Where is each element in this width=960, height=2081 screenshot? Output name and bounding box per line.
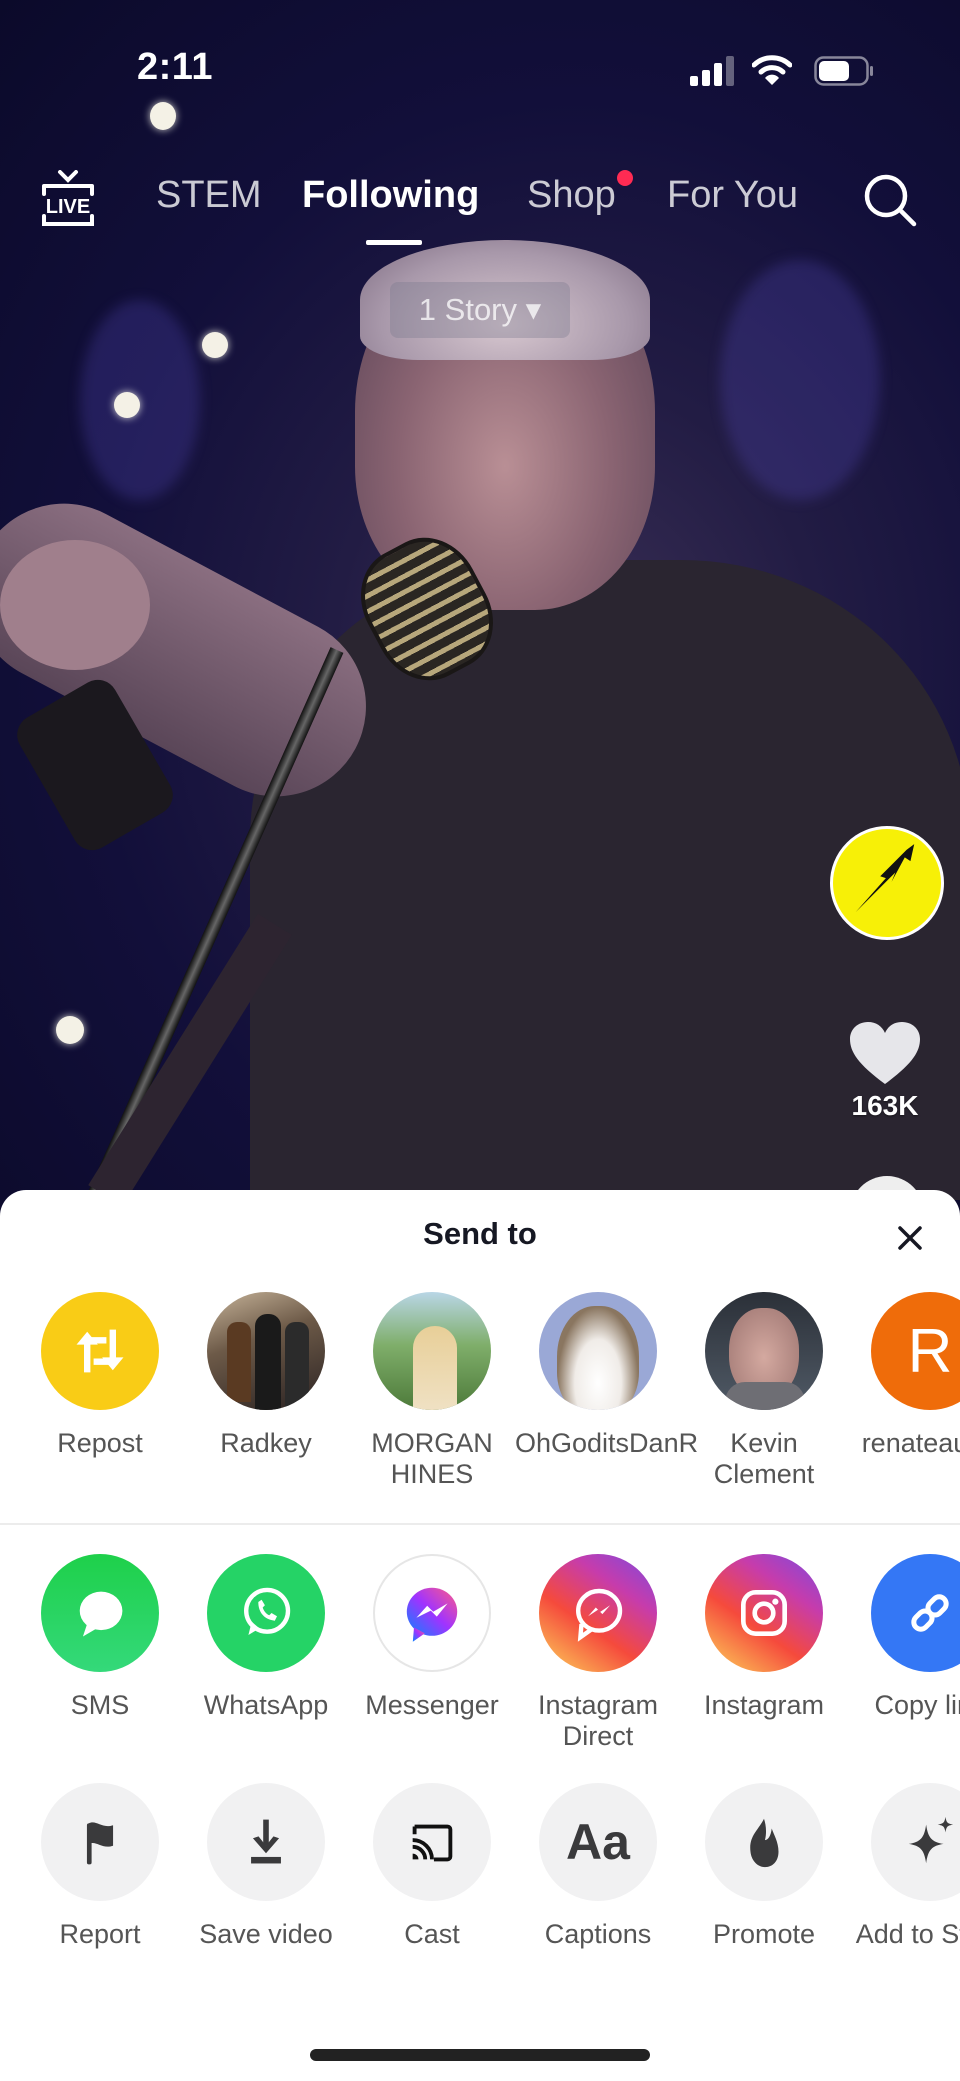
- sms-icon: [41, 1554, 159, 1672]
- action-label: Promote: [712, 1919, 816, 1949]
- cellular-signal-icon: [690, 56, 734, 86]
- app-label: WhatsApp: [203, 1690, 329, 1720]
- action-label: Add to Story: [855, 1919, 960, 1949]
- repost-icon: [41, 1292, 159, 1410]
- action-captions[interactable]: Aa Captions: [515, 1783, 681, 1950]
- contact-renateaun2[interactable]: R renateaun2: [847, 1292, 960, 1459]
- tab-shop[interactable]: Shop: [527, 174, 616, 217]
- contact-ohgoditsdanr[interactable]: OhGoditsDanR: [515, 1292, 699, 1459]
- bokeh-light: [202, 332, 228, 358]
- contact-label: MORGAN HINES: [371, 1428, 493, 1489]
- action-add-to-story[interactable]: Add to Story: [847, 1783, 960, 1950]
- action-label: Report: [59, 1919, 141, 1949]
- active-tab-indicator: [366, 240, 422, 245]
- contact-label: Kevin Clement: [713, 1428, 815, 1489]
- action-save-video[interactable]: Save video: [183, 1783, 349, 1950]
- action-promote[interactable]: Promote: [681, 1783, 847, 1950]
- flag-icon: [41, 1783, 159, 1901]
- metallica-logo-icon: [855, 844, 915, 913]
- wifi-icon: [752, 55, 792, 85]
- tab-for-you[interactable]: For You: [667, 174, 798, 217]
- avatar: [539, 1292, 657, 1410]
- sheet-title: Send to: [423, 1216, 537, 1251]
- story-selector[interactable]: 1 Story ▾: [390, 282, 570, 338]
- share-sms[interactable]: SMS: [17, 1554, 183, 1721]
- svg-text:LIVE: LIVE: [46, 196, 90, 218]
- share-instagram[interactable]: Instagram: [681, 1554, 847, 1721]
- action-cast[interactable]: Cast: [349, 1783, 515, 1950]
- section-divider: [0, 1523, 960, 1525]
- avatar: [207, 1292, 325, 1410]
- bokeh-light: [720, 260, 880, 500]
- actions-row: Report Save video Cast Aa Captions Promo…: [0, 1783, 960, 1983]
- app-label: Messenger: [365, 1690, 499, 1720]
- app-label: Copy link: [874, 1690, 960, 1720]
- top-navigation: LIVE STEM Following Shop For You: [0, 160, 960, 245]
- live-tv-icon[interactable]: LIVE: [38, 170, 98, 232]
- share-copy-link[interactable]: Copy link: [847, 1554, 960, 1721]
- share-whatsapp[interactable]: WhatsApp: [183, 1554, 349, 1721]
- performer-hand: [0, 540, 150, 670]
- search-icon[interactable]: [862, 172, 918, 228]
- heart-icon[interactable]: [848, 1020, 922, 1086]
- close-icon[interactable]: [890, 1218, 930, 1258]
- action-label: Save video: [199, 1919, 333, 1949]
- flame-icon: [705, 1783, 823, 1901]
- creator-avatar[interactable]: [830, 826, 944, 940]
- contact-repost[interactable]: Repost: [17, 1292, 183, 1459]
- avatar: [705, 1292, 823, 1410]
- app-label: Instagram Direct: [537, 1690, 659, 1751]
- bokeh-light: [56, 1016, 84, 1044]
- download-icon: [207, 1783, 325, 1901]
- tab-following[interactable]: Following: [302, 174, 479, 217]
- instagram-icon: [705, 1554, 823, 1672]
- contact-label: OhGoditsDanR: [515, 1428, 699, 1458]
- status-time: 2:11: [137, 46, 213, 88]
- cast-icon: [373, 1783, 491, 1901]
- app-label: SMS: [70, 1690, 130, 1720]
- contact-morgan-hines[interactable]: MORGAN HINES: [349, 1292, 515, 1490]
- contact-radkey[interactable]: Radkey: [183, 1292, 349, 1459]
- captions-icon: Aa: [539, 1783, 657, 1901]
- sparkle-icon: [871, 1783, 960, 1901]
- bokeh-light: [114, 392, 140, 418]
- notification-dot: [617, 170, 633, 186]
- app-label: Instagram: [703, 1690, 825, 1720]
- share-messenger[interactable]: Messenger: [349, 1554, 515, 1721]
- battery-icon: [814, 56, 873, 86]
- action-label: Cast: [404, 1919, 460, 1949]
- status-bar: 2:11: [0, 0, 960, 110]
- avatar-initial: R: [871, 1292, 960, 1410]
- whatsapp-icon: [207, 1554, 325, 1672]
- share-instagram-direct[interactable]: Instagram Direct: [515, 1554, 681, 1752]
- instagram-direct-icon: [539, 1554, 657, 1672]
- like-count: 163K: [851, 1090, 919, 1121]
- contact-label: Radkey: [220, 1428, 312, 1458]
- link-icon: [871, 1554, 960, 1672]
- bokeh-light: [80, 300, 200, 500]
- contact-kevin-clement[interactable]: Kevin Clement: [681, 1292, 847, 1490]
- contact-label: renateaun2: [861, 1428, 960, 1458]
- action-report[interactable]: Report: [17, 1783, 183, 1950]
- avatar: [373, 1292, 491, 1410]
- tab-stem[interactable]: STEM: [156, 174, 262, 217]
- contact-label: Repost: [57, 1428, 143, 1458]
- contacts-row: Repost Radkey MORGAN HINES OhGoditsDanR …: [0, 1292, 960, 1492]
- home-indicator[interactable]: [310, 2049, 650, 2061]
- messenger-icon: [373, 1554, 491, 1672]
- share-apps-row: SMS WhatsApp Messenger Instagram Direct …: [0, 1554, 960, 1754]
- action-label: Captions: [544, 1919, 652, 1949]
